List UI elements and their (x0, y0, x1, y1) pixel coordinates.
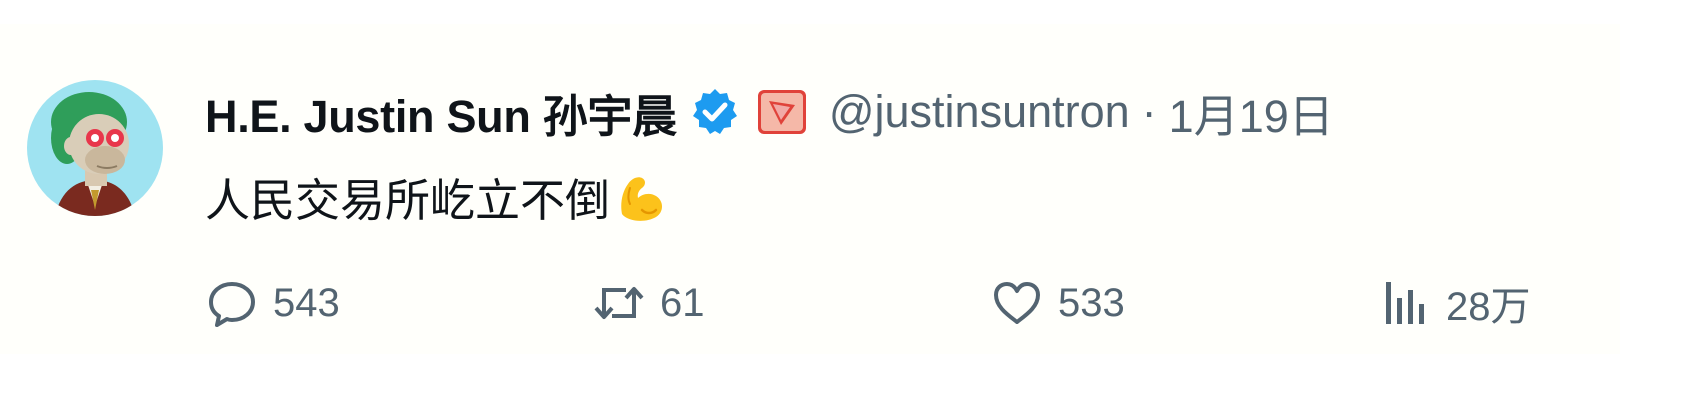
retweet-button[interactable]: 61 (592, 268, 705, 338)
page: H.E. Justin Sun 孙宇晨 @justinsuntron · 1月1… (0, 0, 1700, 394)
author-display-name[interactable]: H.E. Justin Sun 孙宇晨 (205, 80, 677, 145)
flexed-biceps-icon (612, 168, 670, 226)
author-handle[interactable]: @justinsuntron (829, 86, 1130, 138)
tweet-timestamp[interactable]: 1月19日 (1169, 80, 1334, 145)
tweet-actions: 543 61 533 28万 (0, 268, 1620, 338)
ape-avatar-icon (27, 80, 163, 216)
reply-button[interactable]: 543 (205, 268, 340, 338)
view-count: 28万 (1446, 285, 1531, 329)
like-button[interactable]: 533 (990, 268, 1125, 338)
like-count: 533 (1058, 280, 1125, 325)
header-separator: · (1141, 86, 1157, 137)
views-chart-icon (1378, 276, 1432, 330)
retweet-count: 61 (660, 280, 705, 325)
tron-affiliate-badge-icon[interactable] (757, 87, 807, 137)
tweet-text-content: 人民交易所屹立不倒 (205, 174, 611, 227)
tweet-header: H.E. Justin Sun 孙宇晨 @justinsuntron · 1月1… (205, 80, 1334, 144)
heart-icon (990, 276, 1044, 330)
reply-count: 543 (273, 280, 340, 325)
tweet-card[interactable]: H.E. Justin Sun 孙宇晨 @justinsuntron · 1月1… (0, 24, 1620, 354)
views-button[interactable]: 28万 (1378, 268, 1531, 338)
reply-icon (205, 276, 259, 330)
author-avatar[interactable] (27, 80, 163, 216)
retweet-icon (592, 276, 646, 330)
tweet-text: 人民交易所屹立不倒 (205, 164, 670, 229)
verified-badge-icon[interactable] (689, 86, 741, 138)
